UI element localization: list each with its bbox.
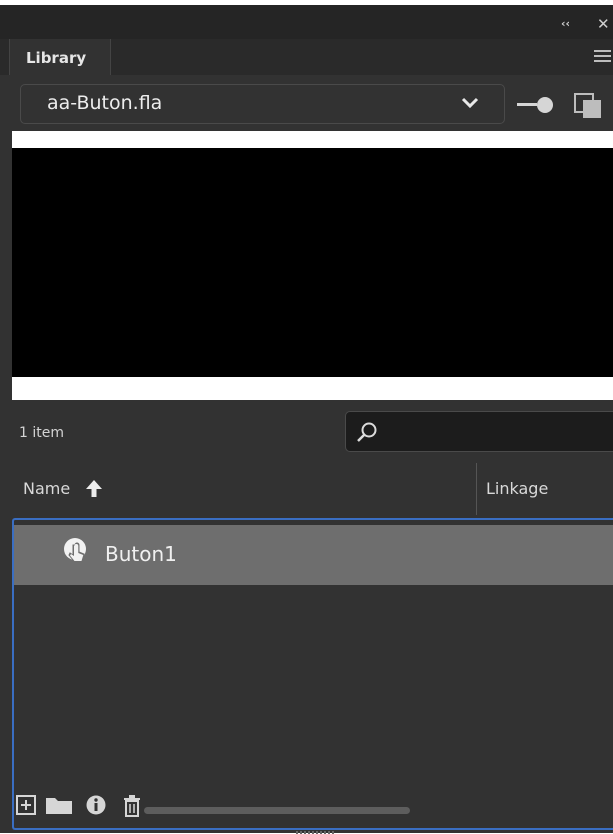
info-icon[interactable] xyxy=(86,795,106,815)
chevron-down-icon xyxy=(461,97,479,109)
column-linkage-header[interactable]: Linkage xyxy=(486,479,548,498)
bottom-toolbar xyxy=(16,795,416,819)
library-panel: ‹‹ ✕ Library aa-Buton.fla 1 item Name Li… xyxy=(0,5,613,834)
search-input[interactable] xyxy=(345,411,613,452)
new-library-panel-icon[interactable] xyxy=(574,93,604,119)
tab-bar: Library xyxy=(0,39,613,75)
folder-icon[interactable] xyxy=(45,795,73,815)
library-item-list[interactable]: Buton1 xyxy=(12,518,613,830)
trash-icon[interactable] xyxy=(122,795,142,817)
sort-ascending-icon[interactable] xyxy=(84,478,104,498)
button-symbol-icon xyxy=(64,538,86,562)
close-panel-button[interactable]: ✕ xyxy=(597,15,611,33)
list-item[interactable]: Buton1 xyxy=(14,525,613,585)
document-select-value: aa-Buton.fla xyxy=(47,92,163,114)
tab-library[interactable]: Library xyxy=(9,39,111,75)
pin-icon[interactable] xyxy=(517,95,555,115)
hamburger-menu-icon[interactable] xyxy=(594,50,611,63)
horizontal-scrollbar[interactable] xyxy=(144,807,410,814)
item-count: 1 item xyxy=(19,425,64,441)
column-header: Name Linkage xyxy=(0,463,613,517)
list-item-label: Buton1 xyxy=(105,542,177,566)
collapse-panel-button[interactable]: ‹‹ xyxy=(561,18,575,30)
close-icon: ✕ xyxy=(597,15,610,33)
tab-library-label: Library xyxy=(26,49,87,67)
panel-title-strip: ‹‹ ✕ xyxy=(0,5,613,39)
column-name-header[interactable]: Name xyxy=(23,479,70,498)
document-select[interactable]: aa-Buton.fla xyxy=(20,84,505,124)
double-chevron-left-icon: ‹‹ xyxy=(561,17,571,30)
symbol-preview-content xyxy=(12,148,613,377)
search-icon xyxy=(357,422,377,442)
column-divider[interactable] xyxy=(476,463,477,515)
new-symbol-icon[interactable] xyxy=(16,795,36,815)
